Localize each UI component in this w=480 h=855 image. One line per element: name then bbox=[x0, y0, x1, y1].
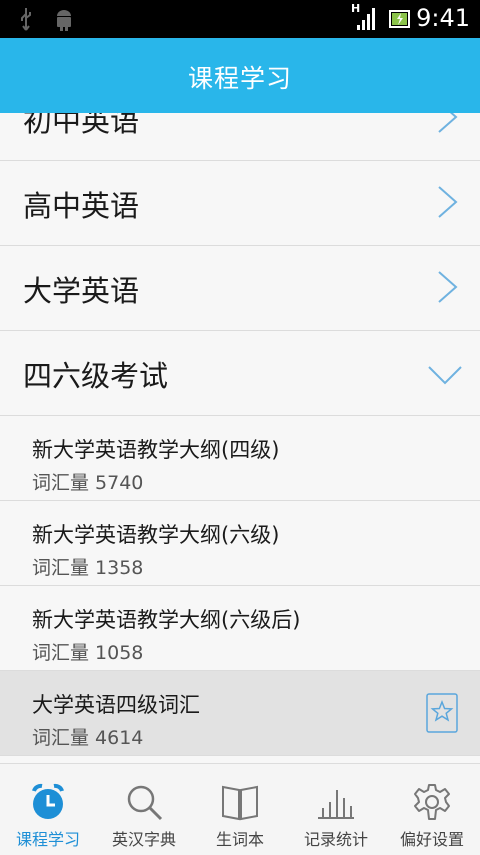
tab-label: 记录统计 bbox=[303, 830, 368, 849]
word-count: 词汇量 1358 bbox=[32, 557, 144, 579]
category-row-cet[interactable]: 四六级考试 bbox=[0, 331, 480, 416]
star-bookmark-icon[interactable] bbox=[426, 693, 458, 733]
battery-icon bbox=[389, 10, 410, 28]
chevron-right-icon bbox=[438, 186, 458, 218]
tab-label: 生词本 bbox=[215, 830, 264, 849]
category-row-college[interactable]: 大学英语 bbox=[0, 246, 480, 331]
chevron-down-icon bbox=[428, 366, 462, 385]
bar-chart-icon bbox=[318, 790, 354, 819]
tab-course-study[interactable]: 课程学习 bbox=[0, 764, 96, 855]
book-name: 新大学英语教学大纲(六级) bbox=[32, 523, 280, 547]
status-bar: H 9:41 bbox=[0, 0, 480, 38]
category-label: 大学英语 bbox=[23, 274, 140, 308]
tab-statistics[interactable]: 记录统计 bbox=[288, 764, 384, 855]
signal-icon bbox=[357, 8, 375, 30]
tab-label: 英汉字典 bbox=[111, 830, 176, 849]
category-label: 初中英语 bbox=[23, 113, 140, 138]
book-name: 新大学英语教学大纲(六级后) bbox=[32, 608, 301, 632]
list-item-book[interactable]: 新大学英语教学大纲(六级) 词汇量 1358 bbox=[0, 501, 480, 586]
category-row-senior-high[interactable]: 高中英语 bbox=[0, 161, 480, 246]
gear-icon bbox=[414, 784, 450, 820]
list-item-book[interactable]: 新大学英语教学大纲(六级后) 词汇量 1058 bbox=[0, 586, 480, 671]
search-icon bbox=[127, 785, 163, 821]
course-list[interactable]: 初中英语 高中英语 大学英语 四六级考试 新大学英语教学大纲(四级) 词汇量 5… bbox=[0, 113, 480, 763]
tab-dictionary[interactable]: 英汉字典 bbox=[96, 764, 192, 855]
chevron-right-icon bbox=[438, 271, 458, 303]
list-item-book-selected[interactable]: 大学英语四级词汇 词汇量 4614 bbox=[0, 671, 480, 756]
tab-label: 偏好设置 bbox=[399, 830, 464, 849]
page-title: 课程学习 bbox=[187, 64, 292, 93]
word-count: 词汇量 1058 bbox=[32, 642, 144, 664]
clock: 9:41 bbox=[416, 4, 470, 32]
list-item-book[interactable]: 新大学英语教学大纲(四级) 词汇量 5740 bbox=[0, 416, 480, 501]
tab-label: 课程学习 bbox=[15, 830, 80, 849]
book-name: 新大学英语教学大纲(四级) bbox=[32, 438, 280, 462]
usb-icon bbox=[21, 8, 31, 31]
word-count: 词汇量 5740 bbox=[32, 472, 144, 494]
alarm-clock-icon bbox=[32, 783, 64, 819]
bottom-tab-bar: 课程学习 英汉字典 生词本 记录统计 偏好设置 bbox=[0, 763, 480, 855]
book-name: 大学英语四级词汇 bbox=[32, 693, 200, 717]
category-label: 四六级考试 bbox=[23, 359, 169, 393]
book-icon bbox=[222, 785, 258, 821]
header-bar: 课程学习 bbox=[0, 38, 480, 113]
word-count: 词汇量 4614 bbox=[32, 727, 144, 749]
category-label: 高中英语 bbox=[23, 189, 140, 223]
android-icon bbox=[57, 10, 71, 31]
category-row-junior-high[interactable]: 初中英语 bbox=[0, 113, 480, 161]
chevron-right-icon bbox=[438, 113, 458, 133]
tab-vocabulary-book[interactable]: 生词本 bbox=[192, 764, 288, 855]
tab-preferences[interactable]: 偏好设置 bbox=[384, 764, 480, 855]
